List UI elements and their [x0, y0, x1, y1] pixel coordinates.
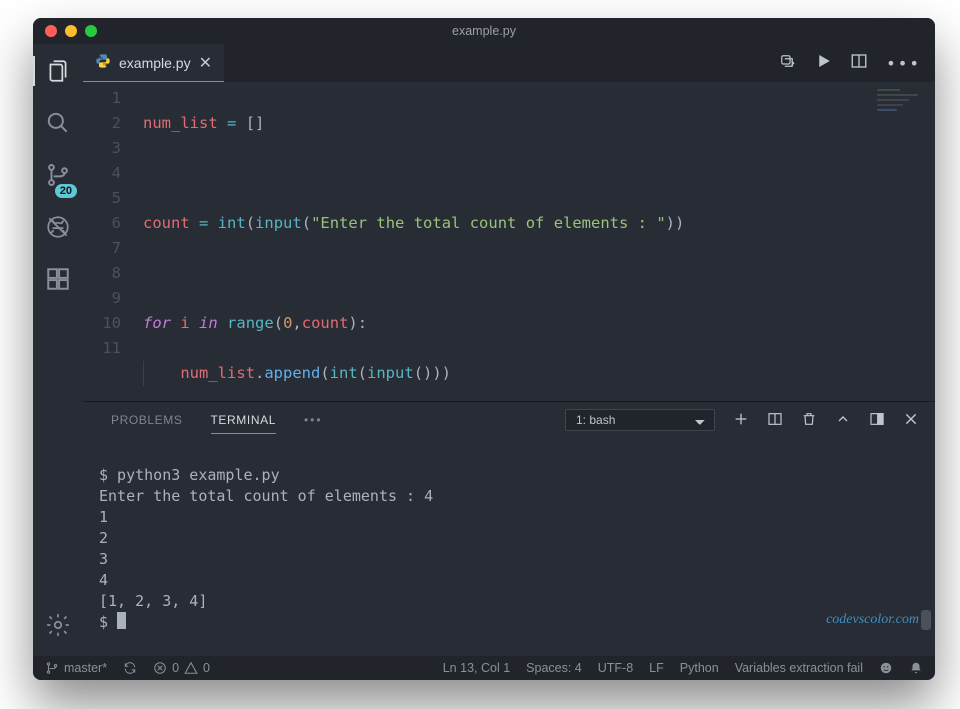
explorer-icon[interactable]	[45, 58, 71, 88]
git-branch-status[interactable]: master*	[45, 661, 107, 675]
terminal-output[interactable]: $ python3 example.py Enter the total cou…	[83, 438, 935, 656]
code-content[interactable]: num_list = [] count = int(input("Enter t…	[143, 86, 935, 401]
tab-problems[interactable]: PROBLEMS	[111, 407, 183, 433]
more-actions-icon[interactable]: •••	[886, 54, 921, 73]
vscode-window: example.py 20	[33, 18, 935, 680]
settings-gear-icon[interactable]	[45, 612, 71, 642]
minimize-window-button[interactable]	[65, 25, 77, 37]
panel-scrollbar[interactable]	[921, 610, 931, 630]
kill-terminal-icon[interactable]	[801, 411, 817, 430]
editor[interactable]: 1 2 3 4 5 6 7 8 9 10 11 num_list = [] co…	[83, 82, 935, 401]
source-control-icon[interactable]: 20	[45, 162, 71, 192]
new-terminal-icon[interactable]	[733, 411, 749, 430]
activity-bar: 20	[33, 44, 83, 656]
watermark: codevscolor.com	[826, 612, 919, 628]
terminal-selector[interactable]: 1: bash	[565, 409, 715, 431]
compare-changes-icon[interactable]	[778, 52, 796, 74]
titlebar: example.py	[33, 18, 935, 44]
run-icon[interactable]	[814, 52, 832, 74]
tab-bar: example.py ✕ •••	[83, 44, 935, 82]
extensions-icon[interactable]	[45, 266, 71, 296]
scm-badge: 20	[55, 184, 77, 198]
minimap[interactable]	[873, 86, 931, 156]
panel: PROBLEMS TERMINAL ••• 1: bash	[83, 401, 935, 656]
search-icon[interactable]	[45, 110, 71, 140]
split-terminal-icon[interactable]	[767, 411, 783, 430]
toggle-panel-icon[interactable]	[869, 411, 885, 430]
tab-example-py[interactable]: example.py ✕	[83, 44, 224, 82]
line-number-gutter: 1 2 3 4 5 6 7 8 9 10 11	[83, 86, 143, 401]
maximize-panel-icon[interactable]	[835, 411, 851, 430]
editor-actions: •••	[778, 44, 935, 82]
panel-tabs: PROBLEMS TERMINAL ••• 1: bash	[83, 402, 935, 438]
sync-status[interactable]	[123, 661, 137, 675]
tab-filename: example.py	[119, 55, 191, 71]
window-controls	[45, 25, 97, 37]
close-panel-icon[interactable]	[903, 411, 919, 430]
maximize-window-button[interactable]	[85, 25, 97, 37]
terminal-cursor	[117, 612, 126, 629]
debug-icon[interactable]	[45, 214, 71, 244]
close-tab-icon[interactable]: ✕	[199, 53, 212, 73]
panel-more-icon[interactable]: •••	[304, 413, 323, 427]
tab-terminal[interactable]: TERMINAL	[211, 407, 276, 434]
close-window-button[interactable]	[45, 25, 57, 37]
python-file-icon	[95, 53, 111, 72]
editor-group: example.py ✕ ••• 1 2 3 4	[83, 44, 935, 656]
split-editor-icon[interactable]	[850, 52, 868, 74]
window-title: example.py	[452, 24, 516, 38]
